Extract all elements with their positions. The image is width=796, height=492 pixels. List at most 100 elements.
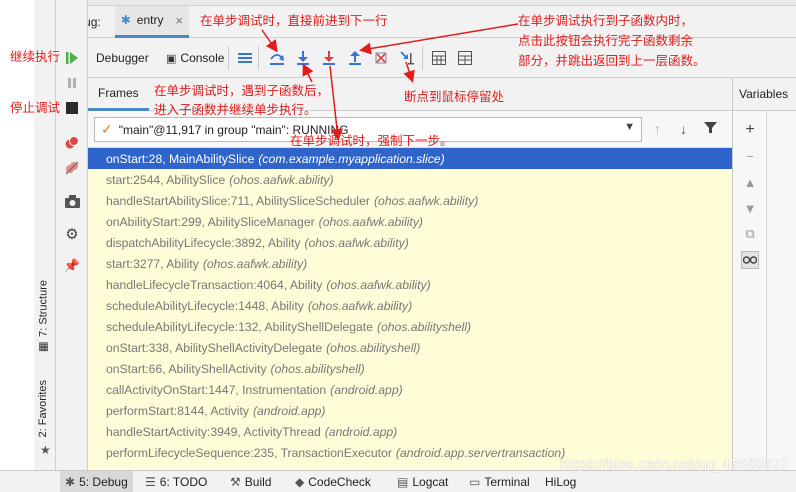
frame-row[interactable]: start:2544, AbilitySlice (ohos.aafwk.abil… xyxy=(88,169,732,190)
favorites-tab-label: 2: Favorites xyxy=(37,380,49,438)
tab-entry[interactable]: ✱ entry × xyxy=(114,5,190,38)
evaluate-expression-button[interactable] xyxy=(430,48,448,68)
lines-icon xyxy=(238,53,252,63)
stop-button[interactable] xyxy=(62,98,82,118)
pin-tab-button[interactable]: 📌 xyxy=(62,256,82,276)
bottom-tab-logcat[interactable]: ▤ Logcat xyxy=(392,471,453,492)
move-up-icon[interactable]: ▲ xyxy=(741,173,759,191)
bug-icon: ✱ xyxy=(120,13,131,27)
frame-row[interactable]: start:3277, Ability (ohos.aafwk.ability) xyxy=(88,253,732,274)
frame-package: (ohos.abilityshell) xyxy=(376,319,472,334)
variables-header: Variables xyxy=(732,78,796,111)
structure-tab[interactable]: ▦ 7: Structure xyxy=(37,280,51,354)
star-icon[interactable]: ★ xyxy=(40,443,51,457)
frame-row[interactable]: callActivityOnStart:1447, Instrumentatio… xyxy=(88,379,732,400)
bottom-tab-debug-label: 5: Debug xyxy=(79,475,128,489)
gear-icon: ⚙ xyxy=(65,226,79,243)
frame-package: (ohos.aafwk.ability) xyxy=(318,214,423,229)
frame-row[interactable]: performStart:8144, Activity (android.app) xyxy=(88,400,732,421)
trace-button[interactable] xyxy=(456,48,474,68)
bottom-tab-build[interactable]: ⚒ Build xyxy=(225,471,276,492)
move-down-icon[interactable]: ▼ xyxy=(741,199,759,217)
favorites-tab[interactable]: 2: Favorites xyxy=(37,380,49,437)
frame-method: scheduleAbilityLifecycle:132, AbilityShe… xyxy=(106,319,373,334)
frame-package: (ohos.aafwk.ability) xyxy=(307,298,413,313)
bottom-tab-codecheck-label: CodeCheck xyxy=(308,475,371,489)
frame-method: start:2544, AbilitySlice xyxy=(106,172,226,187)
remove-watch-button[interactable]: − xyxy=(741,147,759,165)
tab-variables-label[interactable]: Variables xyxy=(739,87,788,101)
mute-breakpoints-icon xyxy=(65,161,79,175)
annotation-stop: 停止调试 xyxy=(10,100,61,115)
resume-icon xyxy=(66,52,78,64)
frame-row[interactable]: onStart:28, MainAbilitySlice (com.example… xyxy=(88,148,732,169)
annotation-step-over: 在单步调试时，直接前进到下一行 xyxy=(200,13,388,28)
mute-breakpoints-button[interactable] xyxy=(62,158,82,178)
bottom-tab-todo[interactable]: ☰ 6: TODO xyxy=(140,471,212,492)
arrow-up-icon[interactable]: ↑ xyxy=(654,121,661,137)
add-watch-button[interactable]: + xyxy=(741,121,759,139)
tab-entry-label: entry xyxy=(136,13,164,27)
terminal-icon: ▭ xyxy=(469,475,481,489)
frame-row[interactable]: handleStartAbilitySlice:711, AbilitySlic… xyxy=(88,190,732,211)
toolbar-separator xyxy=(258,46,259,70)
bottom-tab-terminal[interactable]: ▭ Terminal xyxy=(464,471,535,492)
breakpoints-icon xyxy=(65,136,79,149)
frame-row[interactable]: dispatchAbilityLifecycle:3892, Ability (o… xyxy=(88,232,732,253)
glasses-icon[interactable] xyxy=(741,251,759,269)
bottom-tab-debug[interactable]: ✱ 5: Debug xyxy=(60,471,133,492)
bottom-tab-terminal-label: Terminal xyxy=(484,475,530,489)
frame-row[interactable]: handleStartActivity:3949, ActivityThread… xyxy=(88,421,732,442)
frame-package: (ohos.aafwk.ability) xyxy=(326,277,431,292)
frame-method: dispatchAbilityLifecycle:3892, Ability xyxy=(106,235,301,250)
frame-package: (ohos.aafwk.ability) xyxy=(202,256,308,271)
pause-icon xyxy=(68,78,76,88)
step-out-icon xyxy=(349,51,361,65)
frame-method: onStart:28, MainAbilitySlice xyxy=(106,151,255,166)
copy-icon[interactable]: ⧉ xyxy=(741,225,759,243)
variables-panel: + − ▲ ▼ ⧉ xyxy=(732,111,796,470)
frame-method: onStart:66, AbilityShellActivity xyxy=(106,361,267,376)
tab-console[interactable]: ▣ Console xyxy=(166,38,224,78)
view-breakpoints-button[interactable] xyxy=(62,133,82,153)
side-tool-tabs: ▦ 7: Structure 2: Favorites ★ xyxy=(34,0,56,470)
toolbar-separator xyxy=(422,46,423,70)
frame-row[interactable]: onStart:66, AbilityShellActivity (ohos.ab… xyxy=(88,358,732,379)
force-step-into-button[interactable] xyxy=(320,48,338,68)
step-over-button[interactable] xyxy=(268,48,286,68)
tab-frames[interactable]: Frames xyxy=(88,78,149,111)
annotation-run-to-cursor: 断点到鼠标停留处 xyxy=(404,89,505,104)
toolbar-separator xyxy=(228,46,229,70)
filter-icon[interactable] xyxy=(704,121,717,137)
hammer-icon: ⚒ xyxy=(230,475,241,489)
frame-row[interactable]: scheduleAbilityLifecycle:132, AbilityShe… xyxy=(88,316,732,337)
bottom-tab-codecheck[interactable]: ◆ CodeCheck xyxy=(290,471,376,492)
resume-program-button[interactable] xyxy=(62,48,82,68)
codecheck-icon: ◆ xyxy=(295,475,305,489)
annotation-step-out-3: 部分，并跳出返回到上一层函数。 xyxy=(518,53,706,68)
step-into-button[interactable] xyxy=(294,48,312,68)
pause-program-button[interactable] xyxy=(62,73,82,93)
annotation-step-into-2: 进入子函数并继续单步执行。 xyxy=(154,102,317,117)
frame-method: onAbilityStart:299, AbilitySliceManager xyxy=(106,214,315,229)
frame-package: (ohos.abilityshell) xyxy=(326,340,421,355)
bottom-tab-hilog-label: HiLog xyxy=(545,475,577,489)
get-thread-dump-button[interactable] xyxy=(62,191,82,211)
frame-row[interactable]: onAbilityStart:299, AbilitySliceManager(… xyxy=(88,211,732,232)
settings-button[interactable]: ⚙ xyxy=(62,224,82,244)
drop-frame-button[interactable] xyxy=(372,48,390,68)
frame-row[interactable]: onStart:338, AbilityShellActivityDelegat… xyxy=(88,337,732,358)
frame-row[interactable]: handleLifecycleTransaction:4064, Ability… xyxy=(88,274,732,295)
frame-package: (android.app) xyxy=(324,424,398,439)
tab-debugger[interactable]: Debugger xyxy=(96,38,149,78)
bottom-tab-hilog[interactable]: HiLog xyxy=(540,471,581,492)
close-icon[interactable]: × xyxy=(175,13,183,28)
run-to-cursor-button[interactable] xyxy=(398,48,416,68)
frame-row[interactable]: scheduleAbilityLifecycle:1448, Ability (o… xyxy=(88,295,732,316)
annotation-step-out-2: 点击此按钮会执行完子函数剩余 xyxy=(518,33,694,48)
arrow-down-icon[interactable]: ↓ xyxy=(680,121,687,137)
drop-frame-icon xyxy=(375,52,387,64)
stop-icon xyxy=(66,102,78,114)
show-execution-point-button[interactable] xyxy=(236,48,254,68)
step-out-button[interactable] xyxy=(346,48,364,68)
